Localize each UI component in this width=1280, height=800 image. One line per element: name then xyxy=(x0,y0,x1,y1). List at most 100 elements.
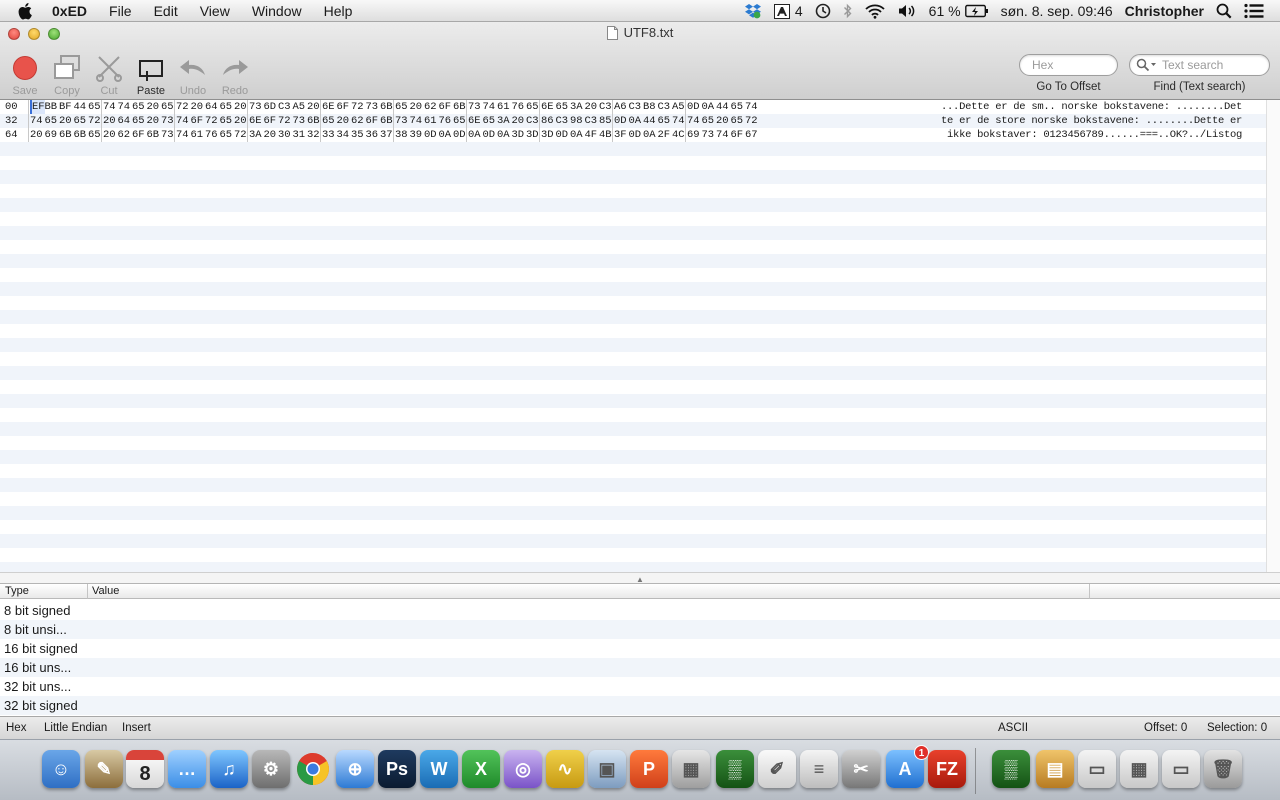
hex-byte[interactable]: 65 xyxy=(161,100,174,114)
type-row[interactable]: 32 bit uns... xyxy=(0,677,1280,696)
battery-status[interactable]: 61 % xyxy=(923,0,995,22)
vertical-scrollbar[interactable] xyxy=(1266,100,1280,572)
hex-byte[interactable]: 6F xyxy=(191,114,204,128)
hex-byte[interactable]: 6B xyxy=(147,128,160,142)
hex-row[interactable] xyxy=(0,506,1266,520)
hex-byte[interactable]: 74 xyxy=(672,114,685,128)
hex-byte[interactable]: 44 xyxy=(643,114,656,128)
hex-byte[interactable]: 3A xyxy=(570,100,583,114)
utilities-icon[interactable]: ✂ xyxy=(842,750,880,788)
redo-button[interactable]: Redo xyxy=(215,52,255,97)
menu-file[interactable]: File xyxy=(98,0,143,22)
hex-row[interactable] xyxy=(0,380,1266,394)
hex-byte[interactable]: 0D xyxy=(629,128,642,142)
hex-byte[interactable]: 20 xyxy=(264,128,277,142)
hex-byte[interactable]: A5 xyxy=(672,100,685,114)
hex-byte[interactable]: 73 xyxy=(161,114,174,128)
hex-byte[interactable]: 37 xyxy=(380,128,393,142)
hex-byte[interactable]: 74 xyxy=(745,100,758,114)
hex-byte[interactable]: 6E xyxy=(249,114,262,128)
hex-byte[interactable]: BB xyxy=(45,100,58,114)
hex-byte[interactable]: 4C xyxy=(672,128,685,142)
hex-byte[interactable]: 65 xyxy=(88,128,101,142)
app-menu[interactable]: 0xED xyxy=(36,0,98,22)
hex-byte[interactable]: 85 xyxy=(599,114,612,128)
hex-byte[interactable]: 20 xyxy=(103,128,116,142)
hex-byte[interactable]: 6F xyxy=(731,128,744,142)
hex-byte[interactable]: 72 xyxy=(351,100,364,114)
hex-byte[interactable]: 61 xyxy=(424,114,437,128)
hex-byte[interactable]: 73 xyxy=(161,128,174,142)
hex-row[interactable] xyxy=(0,156,1266,170)
hex-byte[interactable]: 0D xyxy=(556,128,569,142)
hex-byte[interactable]: 20 xyxy=(307,100,320,114)
hex-row[interactable] xyxy=(0,422,1266,436)
hex-row[interactable] xyxy=(0,562,1266,572)
hex-row[interactable] xyxy=(0,478,1266,492)
column-header-type[interactable]: Type xyxy=(0,584,88,599)
ascii-text[interactable]: te er de store norske bokstavene: ......… xyxy=(941,114,1242,128)
hex-byte[interactable]: 0D xyxy=(453,128,466,142)
hex-byte[interactable]: 61 xyxy=(497,100,510,114)
hex-byte[interactable]: 65 xyxy=(658,114,671,128)
finder-icon[interactable]: ☺ xyxy=(42,750,80,788)
terminal-icon[interactable]: ▒ xyxy=(716,750,754,788)
hex-row[interactable] xyxy=(0,184,1266,198)
hex-byte[interactable]: 74 xyxy=(176,128,189,142)
time-machine-icon[interactable] xyxy=(809,0,837,22)
menu-window[interactable]: Window xyxy=(241,0,313,22)
hex-byte[interactable]: BF xyxy=(59,100,72,114)
pages-icon[interactable]: ≡ xyxy=(800,750,838,788)
hex-byte[interactable]: 38 xyxy=(395,128,408,142)
hex-byte[interactable]: 65 xyxy=(45,114,58,128)
hex-byte[interactable]: 4F xyxy=(585,128,598,142)
hex-byte[interactable]: 20 xyxy=(147,114,160,128)
hex-byte[interactable]: 76 xyxy=(512,100,525,114)
hex-row[interactable] xyxy=(0,450,1266,464)
hex-byte[interactable]: 65 xyxy=(132,100,145,114)
calendar-icon[interactable]: 8 xyxy=(126,750,164,788)
hex-byte[interactable]: 65 xyxy=(702,114,715,128)
calculator-icon[interactable]: ▦ xyxy=(672,750,710,788)
hex-byte[interactable]: 61 xyxy=(191,128,204,142)
eclipse-icon[interactable]: ◎ xyxy=(504,750,542,788)
messages-icon[interactable]: … xyxy=(168,750,206,788)
hex-byte[interactable]: 0A xyxy=(643,128,656,142)
hex-byte[interactable]: 3D xyxy=(541,128,554,142)
hex-byte[interactable]: 34 xyxy=(337,128,350,142)
hex-byte[interactable]: 62 xyxy=(118,128,131,142)
bluetooth-icon[interactable] xyxy=(837,0,859,22)
chrome-icon[interactable] xyxy=(294,750,332,788)
spotlight-icon[interactable] xyxy=(1210,0,1238,22)
hex-row[interactable] xyxy=(0,198,1266,212)
hex-byte[interactable]: 76 xyxy=(439,114,452,128)
hex-row[interactable] xyxy=(0,170,1266,184)
excel-icon[interactable]: X xyxy=(462,750,500,788)
hex-byte[interactable]: 4B xyxy=(599,128,612,142)
copy-button[interactable]: Copy xyxy=(47,52,87,97)
hex-byte[interactable]: 6E xyxy=(322,100,335,114)
system-preferences-icon[interactable]: ⚙ xyxy=(252,750,290,788)
hex-byte[interactable]: 73 xyxy=(395,114,408,128)
hex-byte[interactable]: 74 xyxy=(410,114,423,128)
hex-byte[interactable]: 20 xyxy=(512,114,525,128)
window-icon-3[interactable]: ▭ xyxy=(1162,750,1200,788)
hex-byte[interactable]: 31 xyxy=(293,128,306,142)
hex-row[interactable] xyxy=(0,268,1266,282)
hex-byte[interactable]: 6F xyxy=(439,100,452,114)
safari-icon[interactable]: ⊕ xyxy=(336,750,374,788)
cut-button[interactable]: Cut xyxy=(89,52,129,97)
type-row[interactable]: 16 bit uns... xyxy=(0,658,1280,677)
hex-byte[interactable]: 74 xyxy=(118,100,131,114)
hex-byte[interactable]: 67 xyxy=(745,128,758,142)
hex-byte[interactable]: EF xyxy=(30,100,45,114)
hex-byte[interactable]: 0A xyxy=(439,128,452,142)
hex-row[interactable] xyxy=(0,310,1266,324)
hex-byte[interactable]: 20 xyxy=(191,100,204,114)
status-mode[interactable]: Hex xyxy=(6,722,26,734)
hex-byte[interactable]: 20 xyxy=(585,100,598,114)
hex-byte[interactable]: 32 xyxy=(307,128,320,142)
hex-byte[interactable]: 0A xyxy=(629,114,642,128)
hex-byte[interactable]: 73 xyxy=(249,100,262,114)
hex-byte[interactable]: 62 xyxy=(351,114,364,128)
